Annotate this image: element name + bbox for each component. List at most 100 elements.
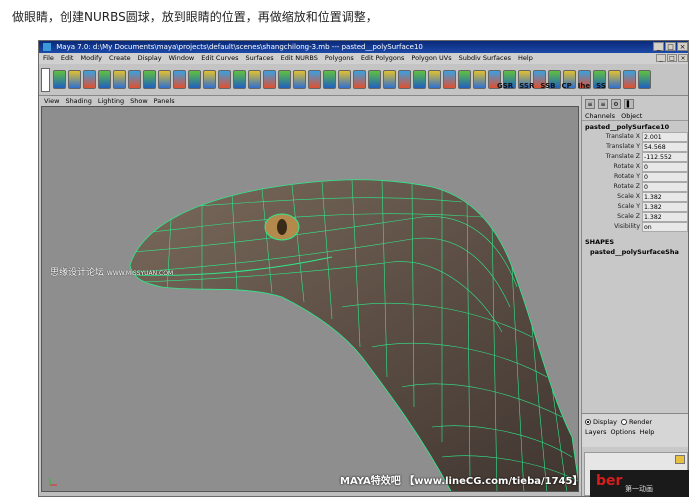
shelf-tool-icon[interactable] xyxy=(608,70,621,89)
shelf-tool-icon[interactable] xyxy=(353,70,366,89)
shelf-tool-icon[interactable] xyxy=(158,70,171,89)
menu-display[interactable]: Display xyxy=(138,53,162,64)
shelf-tool-icon[interactable] xyxy=(68,70,81,89)
shelf-tool-icon[interactable] xyxy=(53,70,66,89)
shelf-label-gsr[interactable]: GSR xyxy=(497,82,513,90)
menu-edit-polygons[interactable]: Edit Polygons xyxy=(361,53,405,64)
attr-value-field[interactable]: 0 xyxy=(642,182,688,192)
toggle-panel-icon[interactable]: ▌ xyxy=(624,99,634,109)
shelf-tool-icon[interactable] xyxy=(113,70,126,89)
doc-restore-button[interactable]: □ xyxy=(667,54,677,62)
shelf-tool-icon[interactable] xyxy=(398,70,411,89)
shelf-tool-icon[interactable] xyxy=(338,70,351,89)
panel-menu-lighting[interactable]: Lighting xyxy=(98,96,124,106)
brand-logo: ber 第一动画 xyxy=(590,470,689,497)
shelf-tool-icon[interactable] xyxy=(203,70,216,89)
layer-menu-layers[interactable]: Layers xyxy=(585,428,607,436)
menu-polygon-uvs[interactable]: Polygon UVs xyxy=(411,53,451,64)
menu-window[interactable]: Window xyxy=(169,53,195,64)
layer-editor: Display Render Layers Options Help xyxy=(582,413,688,447)
channel-box-panel: ≡ ≡ ⚙ ▌ Channels Object pasted__polySurf… xyxy=(581,96,688,496)
menu-edit[interactable]: Edit xyxy=(61,53,74,64)
shelf-tool-icon[interactable] xyxy=(188,70,201,89)
shape-node-name[interactable]: pasted__polySurfaceSha xyxy=(582,247,688,257)
menu-surfaces[interactable]: Surfaces xyxy=(245,53,273,64)
shelf-tool-icon[interactable] xyxy=(428,70,441,89)
shelf-tool-icon[interactable] xyxy=(383,70,396,89)
shelf-tool-icon[interactable] xyxy=(233,70,246,89)
attr-value-field[interactable]: 2.001 xyxy=(642,132,688,142)
maximize-button[interactable]: □ xyxy=(665,42,676,51)
channel-layout-icon[interactable]: ≡ xyxy=(585,99,595,109)
doc-minimize-button[interactable]: _ xyxy=(656,54,666,62)
attr-value-field[interactable]: -112.552 xyxy=(642,152,688,162)
minimize-button[interactable]: _ xyxy=(653,42,664,51)
new-layer-icon[interactable] xyxy=(675,455,685,464)
shelf-tool-icon[interactable] xyxy=(458,70,471,89)
perspective-viewport[interactable] xyxy=(41,106,579,492)
shelf-tool-icon[interactable] xyxy=(293,70,306,89)
radio-on-icon xyxy=(585,419,591,425)
render-label: Render xyxy=(628,418,653,426)
selected-node-name[interactable]: pasted__polySurface10 xyxy=(582,121,688,132)
attr-value-field[interactable]: 1.382 xyxy=(642,202,688,212)
forum-url: WWW.MISSYUAN.COM xyxy=(106,270,174,277)
shelf-tool-icon[interactable] xyxy=(473,70,486,89)
shelf-tool-icon[interactable] xyxy=(263,70,276,89)
menu-edit-curves[interactable]: Edit Curves xyxy=(201,53,238,64)
menu-help[interactable]: Help xyxy=(518,53,533,64)
shelf-label-ssb[interactable]: SSB xyxy=(540,82,555,90)
shelf-tool-icon[interactable] xyxy=(443,70,456,89)
attr-value-field[interactable]: 1.382 xyxy=(642,192,688,202)
attribute-editor-icon[interactable]: ≡ xyxy=(598,99,608,109)
shelf-tool-icon[interactable] xyxy=(623,70,636,89)
panel-menu-panels[interactable]: Panels xyxy=(154,96,175,106)
panel-menu-show[interactable]: Show xyxy=(130,96,148,106)
shelf-tool-icon[interactable] xyxy=(308,70,321,89)
tab-object[interactable]: Object xyxy=(621,112,642,120)
layer-menu-options[interactable]: Options xyxy=(611,428,636,436)
menu-subdiv-surfaces[interactable]: Subdiv Surfaces xyxy=(459,53,511,64)
attr-value-field[interactable]: 1.382 xyxy=(642,212,688,222)
shelf-tab-handle[interactable] xyxy=(41,68,50,92)
shelf-label-cp[interactable]: CP xyxy=(561,82,571,90)
close-button[interactable]: × xyxy=(677,42,688,51)
timeline-strip[interactable] xyxy=(39,492,581,496)
shelf-tool-icon[interactable] xyxy=(83,70,96,89)
render-radio[interactable]: Render xyxy=(620,418,653,426)
shelf-tool-icon[interactable] xyxy=(368,70,381,89)
shelf-label-ss[interactable]: SS xyxy=(596,82,606,90)
shelf: GSR SSR SSB CP Ihe SS xyxy=(39,64,688,96)
menu-file[interactable]: File xyxy=(43,53,54,64)
shelf-tool-icon[interactable] xyxy=(638,70,651,89)
panel-menu-view[interactable]: View xyxy=(44,96,59,106)
shelf-tool-icon[interactable] xyxy=(413,70,426,89)
display-radio[interactable]: Display xyxy=(585,418,617,426)
attr-value-field[interactable]: 54.568 xyxy=(642,142,688,152)
menu-modify[interactable]: Modify xyxy=(80,53,102,64)
shelf-label-ssr[interactable]: SSR xyxy=(519,82,534,90)
panel-menu-shading[interactable]: Shading xyxy=(65,96,91,106)
shelf-tool-icon[interactable] xyxy=(323,70,336,89)
attr-value-field[interactable]: 0 xyxy=(642,162,688,172)
attr-value-field[interactable]: 0 xyxy=(642,172,688,182)
attr-name: Rotate Z xyxy=(613,183,640,190)
shelf-tool-icon[interactable] xyxy=(278,70,291,89)
layer-menu-help[interactable]: Help xyxy=(640,428,655,436)
attr-value-field[interactable]: on xyxy=(642,222,688,232)
menu-polygons[interactable]: Polygons xyxy=(325,53,354,64)
menu-edit-nurbs[interactable]: Edit NURBS xyxy=(281,53,318,64)
menu-create[interactable]: Create xyxy=(109,53,131,64)
tool-settings-icon[interactable]: ⚙ xyxy=(611,99,621,109)
shelf-tool-icon[interactable] xyxy=(248,70,261,89)
axis-gizmo-icon xyxy=(49,478,57,486)
shelf-tool-icon[interactable] xyxy=(143,70,156,89)
document-controls: _ □ × xyxy=(656,54,688,62)
shelf-label-ihe[interactable]: Ihe xyxy=(578,82,590,90)
shelf-tool-icon[interactable] xyxy=(218,70,231,89)
shelf-tool-icon[interactable] xyxy=(98,70,111,89)
tab-channels[interactable]: Channels xyxy=(585,112,615,120)
shelf-tool-icon[interactable] xyxy=(173,70,186,89)
shelf-tool-icon[interactable] xyxy=(128,70,141,89)
doc-close-button[interactable]: × xyxy=(678,54,688,62)
